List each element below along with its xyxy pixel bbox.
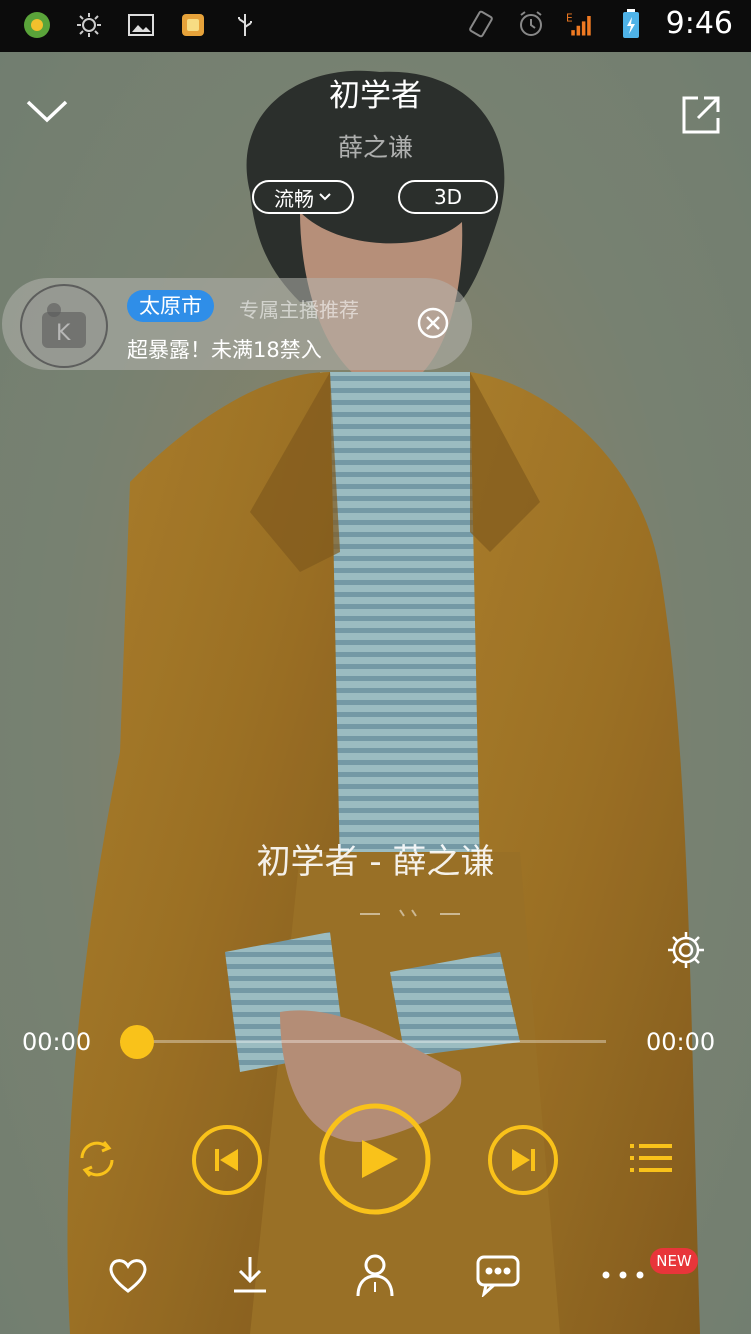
signal-icon: E xyxy=(566,9,596,39)
download-button[interactable] xyxy=(225,1250,275,1300)
promo-banner[interactable]: K 太原市 专属主播推荐 超暴露！未满18禁入 xyxy=(2,278,472,370)
current-time: 00:00 xyxy=(22,1028,92,1056)
play-button[interactable] xyxy=(318,1102,432,1216)
next-button[interactable] xyxy=(486,1123,560,1197)
chevron-down-icon xyxy=(319,193,331,201)
song-title: 初学者 xyxy=(329,78,422,114)
banner-subtitle: 专属主播推荐 xyxy=(239,298,359,322)
comment-icon xyxy=(476,1255,520,1297)
playlist-icon xyxy=(630,1144,672,1172)
kugou-logo-icon: K xyxy=(42,303,86,348)
app-icon xyxy=(22,10,52,40)
loop-mode-button[interactable] xyxy=(70,1134,124,1184)
3d-toggle[interactable]: 3D xyxy=(398,180,498,214)
avatar: K xyxy=(20,284,108,368)
game-icon xyxy=(178,10,208,40)
3d-label: 3D xyxy=(433,185,463,209)
favorite-button[interactable] xyxy=(103,1250,153,1300)
banner-text: 超暴露！未满18禁入 xyxy=(127,338,322,362)
progress-track[interactable] xyxy=(120,1040,606,1043)
share-button[interactable] xyxy=(678,92,728,142)
share-icon xyxy=(682,96,720,134)
network-type: E xyxy=(566,12,573,24)
skip-previous-icon xyxy=(192,1125,262,1195)
loop-icon xyxy=(80,1141,114,1177)
play-icon xyxy=(319,1103,431,1215)
player-screen: E 9:46 初学者 薛之谦 流畅 3D K 太原市 专属主播推荐 超暴露！未满… xyxy=(0,0,751,1334)
download-icon xyxy=(234,1257,266,1293)
playlist-button[interactable] xyxy=(626,1138,676,1178)
status-bar: E 9:46 xyxy=(0,0,751,52)
banner-close-button[interactable] xyxy=(416,306,450,340)
alarm-icon xyxy=(516,9,546,39)
city-badge: 太原市 xyxy=(127,290,214,322)
battery-icon xyxy=(616,8,646,39)
artist-name[interactable]: 薛之谦 xyxy=(0,128,751,164)
quality-label: 流畅 xyxy=(274,186,314,211)
gallery-icon xyxy=(126,10,156,40)
more-button[interactable] xyxy=(598,1250,648,1300)
close-icon xyxy=(417,307,449,339)
heart-icon xyxy=(109,1259,147,1293)
singer-button[interactable] xyxy=(350,1250,400,1300)
lyric-settings-button[interactable] xyxy=(665,929,707,971)
player-header: 初学者 薛之谦 流畅 3D xyxy=(0,52,751,232)
quality-select[interactable]: 流畅 xyxy=(252,180,354,214)
svg-text:K: K xyxy=(56,321,71,346)
previous-button[interactable] xyxy=(190,1123,264,1197)
status-clock: 9:46 xyxy=(665,6,733,41)
progress-knob[interactable] xyxy=(120,1025,154,1059)
more-icon xyxy=(602,1271,644,1279)
total-time: 00:00 xyxy=(646,1028,716,1056)
comment-button[interactable] xyxy=(473,1250,523,1300)
new-badge: NEW xyxy=(650,1248,698,1274)
skip-next-icon xyxy=(488,1125,558,1195)
brightness-icon xyxy=(74,10,104,40)
lyric-loading-indicator xyxy=(360,909,460,917)
singer-icon xyxy=(356,1254,394,1297)
rotate-icon xyxy=(466,9,496,39)
gear-icon xyxy=(668,932,704,968)
lyric-line: 初学者 - 薛之谦 xyxy=(256,842,495,882)
usb-icon xyxy=(230,10,260,40)
